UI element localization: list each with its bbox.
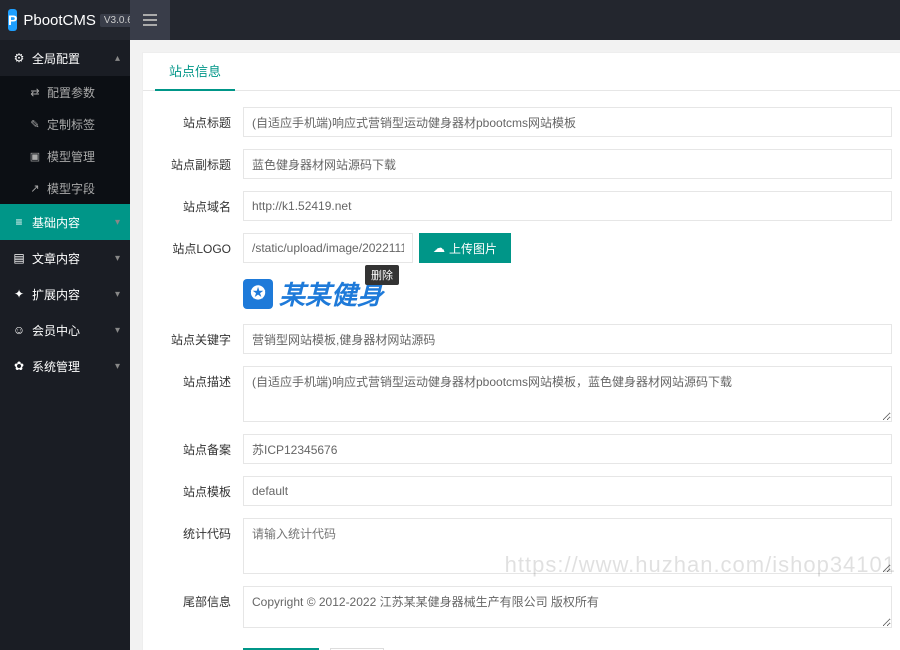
sidebar-group-system[interactable]: ✿ 系统管理 ▾	[0, 348, 130, 384]
sidebar-item-label: 模型字段	[47, 180, 95, 197]
label-site-subtitle: 站点副标题	[151, 149, 243, 179]
label-site-icp: 站点备案	[151, 434, 243, 464]
chevron-up-icon: ▴	[115, 53, 120, 64]
user-icon: ☺	[12, 323, 26, 337]
site-domain-input[interactable]	[243, 191, 892, 221]
menu-toggle-button[interactable]	[130, 0, 170, 40]
sidebar-group-extension[interactable]: ✦ 扩展内容 ▾	[0, 276, 130, 312]
sidebar-group-label: 系统管理	[32, 358, 80, 375]
site-keywords-input[interactable]	[243, 324, 892, 354]
site-subtitle-input[interactable]	[243, 149, 892, 179]
site-form: 站点标题 站点副标题 站点域名 站点LOGO ☁ 上传图片	[143, 91, 900, 650]
upload-button-label: 上传图片	[449, 240, 497, 257]
pencil-icon: ✎	[28, 118, 42, 131]
sidebar-group-label: 会员中心	[32, 322, 80, 339]
upload-image-button[interactable]: ☁ 上传图片	[419, 233, 511, 263]
chevron-down-icon: ▾	[115, 217, 120, 228]
sidebar-item-custom-tags[interactable]: ✎ 定制标签	[0, 108, 130, 140]
chevron-down-icon: ▾	[115, 253, 120, 264]
sidebar-group-label: 全局配置	[32, 50, 80, 67]
site-description-textarea[interactable]: (自适应手机端)响应式营销型运动健身器材pbootcms网站模板，蓝色健身器材网…	[243, 366, 892, 422]
external-icon: ↗	[28, 182, 42, 195]
site-icp-input[interactable]	[243, 434, 892, 464]
logo-icon: P	[8, 9, 17, 31]
tab-site-info[interactable]: 站点信息	[155, 53, 235, 91]
top-bar: P PbootCMS V3.0.6	[0, 0, 900, 40]
sidebar-item-label: 定制标签	[47, 116, 95, 133]
cube-icon: ▣	[28, 150, 42, 163]
brand-name: PbootCMS	[23, 12, 96, 29]
footer-info-textarea[interactable]: Copyright © 2012-2022 江苏某某健身器械生产有限公司 版权所…	[243, 586, 892, 628]
sidebar-group-label: 扩展内容	[32, 286, 80, 303]
sidebar-group-label: 文章内容	[32, 250, 80, 267]
label-site-domain: 站点域名	[151, 191, 243, 221]
label-site-title: 站点标题	[151, 107, 243, 137]
preview-brand-icon: ✪	[243, 279, 273, 309]
stats-code-textarea[interactable]	[243, 518, 892, 574]
hamburger-icon	[143, 19, 157, 21]
sliders-icon: ⇄	[28, 86, 42, 99]
brand: P PbootCMS V3.0.6	[0, 9, 130, 31]
logo-preview: 删除 ✪ 某某健身	[243, 275, 892, 312]
sidebar-item-label: 配置参数	[47, 84, 95, 101]
site-title-input[interactable]	[243, 107, 892, 137]
cloud-upload-icon: ☁	[433, 241, 445, 255]
label-site-logo: 站点LOGO	[151, 233, 243, 312]
sidebar-group-member[interactable]: ☺ 会员中心 ▾	[0, 312, 130, 348]
sidebar-group-basic-content[interactable]: ≡ 基础内容 ▾	[0, 204, 130, 240]
sidebar-item-config-params[interactable]: ⇄ 配置参数	[0, 76, 130, 108]
chevron-down-icon: ▾	[115, 361, 120, 372]
label-site-keywords: 站点关键字	[151, 324, 243, 354]
sidebar-item-model-fields[interactable]: ↗ 模型字段	[0, 172, 130, 204]
sidebar-group-global-config[interactable]: ⚙ 全局配置 ▴	[0, 40, 130, 76]
sidebar: ⚙ 全局配置 ▴ ⇄ 配置参数 ✎ 定制标签 ▣ 模型管理 ↗ 模型字段 ≡ 基础内容 …	[0, 40, 130, 650]
tab-bar: 站点信息	[143, 53, 900, 91]
list-icon: ≡	[12, 215, 26, 229]
label-site-description: 站点描述	[151, 366, 243, 422]
sidebar-group-label: 基础内容	[32, 214, 80, 231]
site-template-input[interactable]	[243, 476, 892, 506]
label-stats-code: 统计代码	[151, 518, 243, 574]
label-footer-info: 尾部信息	[151, 586, 243, 628]
gear-icon: ⚙	[12, 51, 26, 65]
main-content: 站点信息 站点标题 站点副标题 站点域名 站点LOGO	[130, 40, 900, 650]
site-logo-input[interactable]	[243, 233, 413, 263]
sidebar-item-model-manage[interactable]: ▣ 模型管理	[0, 140, 130, 172]
chevron-down-icon: ▾	[115, 289, 120, 300]
cog-icon: ✿	[12, 359, 26, 373]
delete-image-button[interactable]: 删除	[365, 265, 399, 285]
label-site-template: 站点模板	[151, 476, 243, 506]
puzzle-icon: ✦	[12, 287, 26, 301]
doc-icon: ▤	[12, 251, 26, 265]
chevron-down-icon: ▾	[115, 325, 120, 336]
sidebar-item-label: 模型管理	[47, 148, 95, 165]
sidebar-group-article-content[interactable]: ▤ 文章内容 ▾	[0, 240, 130, 276]
